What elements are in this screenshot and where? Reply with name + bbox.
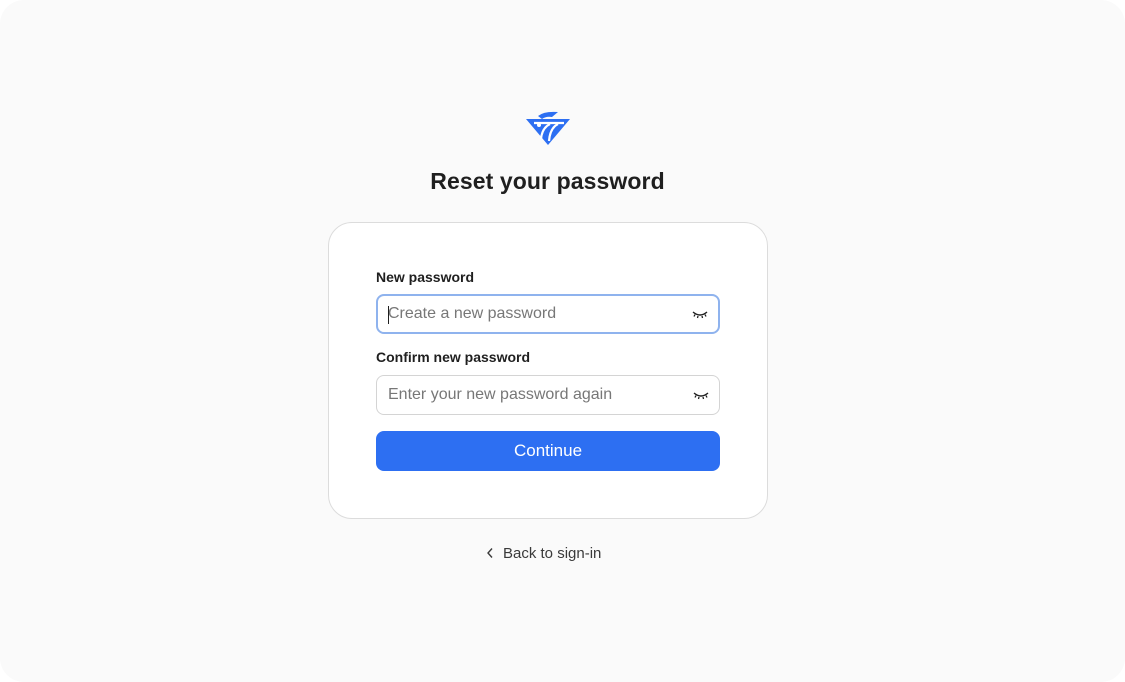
eye-closed-icon[interactable] [691,307,709,321]
new-password-label: New password [376,269,475,285]
bird-logo-icon [524,110,572,146]
chevron-left-icon [486,547,494,559]
back-link-label: Back to sign-in [503,544,602,562]
confirm-password-input[interactable] [377,376,677,414]
back-to-sign-in-link[interactable]: Back to sign-in [486,543,601,563]
continue-button[interactable]: Continue [376,431,720,471]
text-caret [388,306,389,324]
new-password-input[interactable] [378,296,678,332]
page-title: Reset your password [430,168,665,194]
new-password-field[interactable] [376,294,720,334]
reset-password-card: New password Confirm new password Contin… [328,222,768,519]
reset-password-screen: Reset your password New password Confirm… [0,0,1125,682]
confirm-password-field[interactable] [376,375,720,415]
eye-closed-icon[interactable] [692,388,710,402]
confirm-password-label: Confirm new password [376,349,531,365]
